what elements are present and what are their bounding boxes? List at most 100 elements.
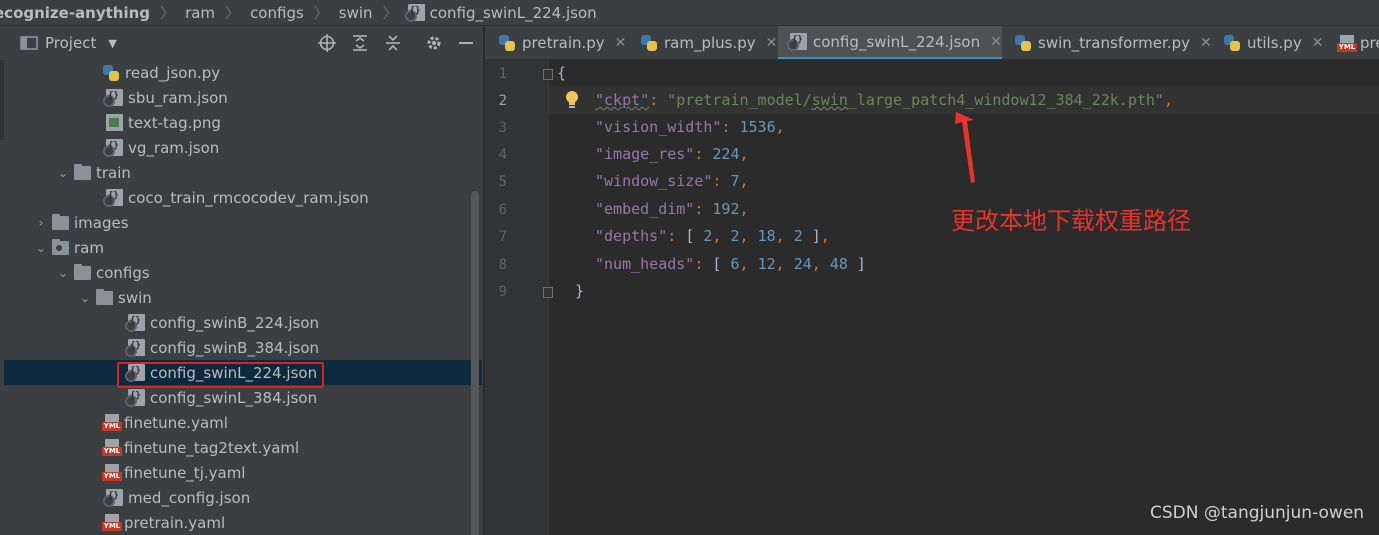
json-file-icon [103,139,123,157]
python-file-icon [641,35,658,51]
tree-item-label: config_swinB_384.json [150,338,320,357]
breadcrumb-item-ram[interactable]: ram [185,4,215,22]
tree-item-vg-ram-json[interactable]: vg_ram.json [4,135,482,160]
tree-item-train-folder[interactable]: ⌄ train [4,160,482,185]
breadcrumb-label: configs [250,3,304,22]
code-line-7: "depths": [ 2, 2, 18, 2 ], [595,227,830,245]
line-number: 9 [498,284,507,300]
tab-utils-py[interactable]: utils.py ✕ [1224,26,1324,59]
locate-icon[interactable] [317,33,337,53]
gear-icon[interactable] [424,33,444,53]
tree-item-label: vg_ram.json [128,138,220,157]
folder-icon [96,288,113,305]
code-token: 7 [730,172,740,190]
python-file-icon [103,64,120,81]
breadcrumb-label: ram [185,3,216,22]
tab-swin-transformer-py[interactable]: swin_transformer.py ✕ [1015,26,1212,59]
chevron-down-icon[interactable]: ⌄ [78,291,92,305]
breadcrumb-label: config_swinL_224.json [429,3,597,22]
chevron-down-icon[interactable]: ⌄ [56,266,70,280]
tree-item-text-tag-png[interactable]: text-tag.png [4,110,482,135]
code-token: 2 [793,227,803,245]
breadcrumb-item-project[interactable]: ecognize-anything [0,4,150,22]
code-token: "window_size" [595,172,713,190]
tab-label: swin_transformer.py [1038,34,1190,52]
breadcrumb-separator-icon: 〉 [160,4,176,22]
python-file-icon [499,35,516,51]
tree-item-coco-train-json[interactable]: coco_train_rmcocodev_ram.json [4,185,482,210]
lightbulb-icon[interactable] [563,90,581,110]
tree-item-ram-folder[interactable]: ⌄ ram [4,235,482,260]
json-file-icon [103,489,123,507]
chevron-down-icon[interactable]: ⌄ [34,241,48,255]
chevron-down-icon[interactable]: ⌄ [56,166,70,180]
project-view-selector[interactable]: Project ▼ [20,34,117,52]
json-file-icon [125,339,145,357]
tree-item-configs-folder[interactable]: ⌄ configs [4,260,482,285]
close-icon[interactable]: ✕ [615,35,627,51]
close-icon[interactable]: ✕ [990,34,1002,50]
breadcrumb-separator-icon: 〉 [313,4,329,22]
code-token: 224 [712,145,740,163]
json-file-icon [103,189,123,207]
project-panel-header: Project ▼ [0,26,483,60]
tab-label: pretrain.py [522,34,605,52]
tree-item-finetune-yaml[interactable]: finetune.yaml [4,410,482,435]
collapse-all-icon[interactable] [383,33,403,53]
tab-label: config_swinL_224.json [813,32,981,51]
code-line-3: "vision_width": 1536, [595,118,785,136]
close-icon[interactable]: ✕ [766,35,778,51]
line-number: 3 [498,120,507,136]
code-line-8: "num_heads": [ 6, 12, 24, 48 ] [595,255,866,273]
tree-item-label: images [74,213,129,232]
tree-item-finetune-tag2text-yaml[interactable]: finetune_tag2text.yaml [4,435,482,460]
tab-pretrain-py[interactable]: pretrain.py ✕ [499,26,627,59]
tree-item-images-folder[interactable]: › images [4,210,482,235]
code-line-4: "image_res": 224, [595,145,749,163]
tab-label: utils.py [1247,34,1302,52]
line-number: 1 [498,66,507,82]
python-file-icon [1224,35,1241,51]
annotation-highlight-box [117,362,324,388]
tree-item-config-swinb-224[interactable]: config_swinB_224.json [4,310,482,335]
tree-item-sbu-ram-json[interactable]: sbu_ram.json [4,85,482,110]
tab-pretrain-yaml[interactable]: pre [1337,26,1379,59]
minimize-icon[interactable] [456,33,476,53]
json-file-icon [404,4,425,22]
tree-item-label: config_swinB_224.json [150,313,320,332]
tree-item-swin-folder[interactable]: ⌄ swin [4,285,482,310]
breadcrumb-item-configs[interactable]: configs [250,4,304,22]
tree-item-label: med_config.json [128,488,251,507]
code-token: 2 [730,227,740,245]
close-icon[interactable]: ✕ [1312,35,1324,51]
tree-item-label: finetune.yaml [124,413,228,432]
project-tree: read_json.py sbu_ram.json text-tag.png v… [0,60,483,535]
code-token: swin [811,91,848,109]
line-number: 7 [498,229,507,245]
json-file-icon [787,33,807,51]
tree-item-label: ram [74,238,104,257]
code-token: "image_res" [595,145,695,163]
code-token: _large_patch4_window12_384_22k.pth" [847,91,1164,109]
tree-item-read-json-py[interactable]: read_json.py [4,60,482,85]
editor-tab-bar: pretrain.py ✕ ram_plus.py ✕ config_swinL… [485,26,1379,60]
expand-all-icon[interactable] [350,33,370,53]
tree-item-pretrain-yaml[interactable]: pretrain.yaml [4,510,482,535]
tree-item-label: configs [96,263,150,282]
tab-label: pre [1360,34,1379,52]
close-icon[interactable]: ✕ [1200,35,1212,51]
chevron-right-icon[interactable]: › [34,216,48,230]
breadcrumb-item-file[interactable]: config_swinL_224.json [404,3,597,22]
breadcrumb-label: swin [338,3,373,22]
tree-item-label: sbu_ram.json [128,88,228,107]
watermark-text: CSDN @tangjunjun-owen [1150,503,1365,523]
tab-ram-plus-py[interactable]: ram_plus.py ✕ [641,26,778,59]
breadcrumb-item-swin[interactable]: swin [339,4,373,22]
tree-item-config-swinb-384[interactable]: config_swinB_384.json [4,335,482,360]
tree-item-med-config-json[interactable]: med_config.json [4,485,482,510]
tree-item-finetune-tj-yaml[interactable]: finetune_tj.yaml [4,460,482,485]
project-scrollbar[interactable] [471,191,479,535]
tree-item-label: config_swinL_384.json [150,388,318,407]
tree-item-config-swinl-384[interactable]: config_swinL_384.json [4,385,482,410]
tab-config-swinl-224[interactable]: config_swinL_224.json ✕ [778,26,1002,59]
